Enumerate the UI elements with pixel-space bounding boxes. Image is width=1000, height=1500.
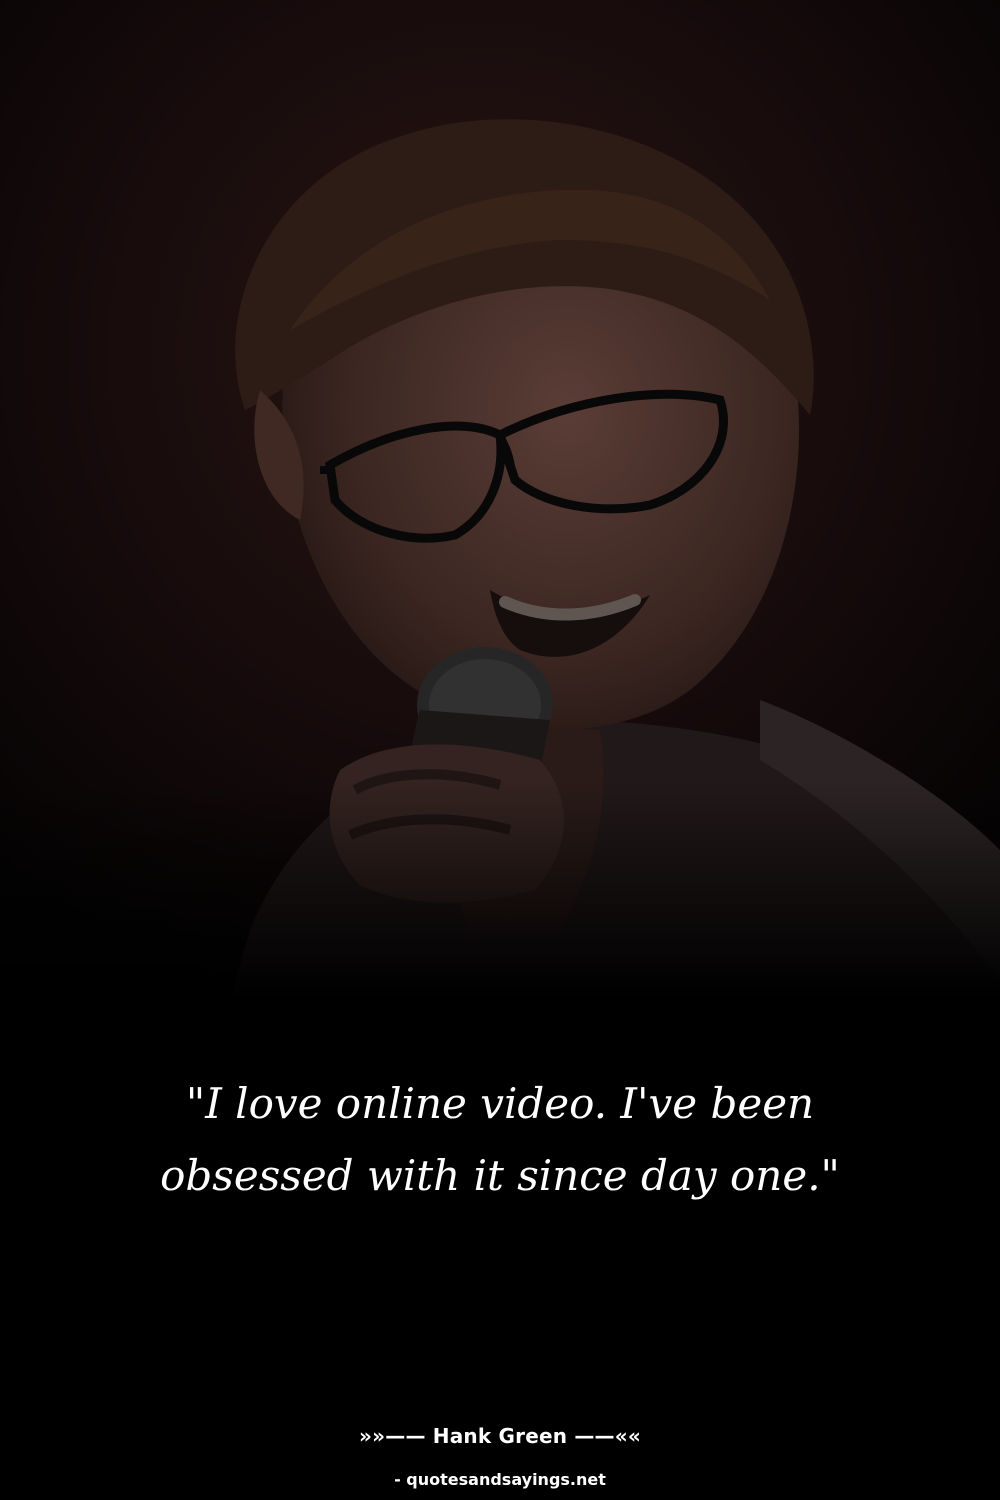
author-attribution: »»—— Hank Green ——«« [359, 1424, 641, 1448]
portrait-photo [0, 0, 1000, 1000]
source-attribution: - quotesandsayings.net [394, 1470, 606, 1489]
portrait-illustration [0, 0, 1000, 1000]
quote-text: "I love online video. I've been obsessed… [160, 1079, 840, 1200]
quote-card: "I love online video. I've been obsessed… [0, 0, 1000, 1500]
